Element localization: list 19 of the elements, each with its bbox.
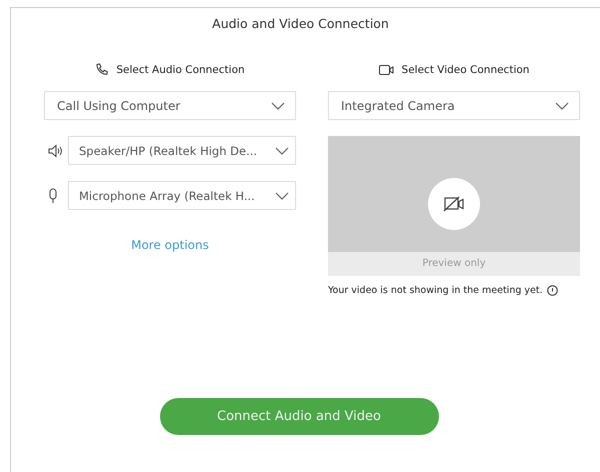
dropdown[interactable]: Integrated Camera [328, 91, 580, 120]
preview-label: Preview only [328, 252, 580, 276]
section-heading: Select Video Connection [402, 64, 530, 76]
info-icon[interactable] [546, 285, 558, 296]
microphone-icon [48, 188, 58, 204]
speaker-icon [48, 144, 64, 158]
section-heading: Select Audio Connection [116, 64, 245, 76]
window-title: Audio and Video Connection [211, 15, 390, 33]
dropdown[interactable]: Microphone Array (Realtek H... [68, 181, 296, 210]
dropdown[interactable]: Call Using Computer [44, 91, 296, 120]
phone-icon [95, 63, 110, 77]
chevron-icon [555, 102, 569, 110]
chevron-icon [275, 146, 289, 154]
notice-text: Your video is not showing in the meeting yet. [328, 285, 543, 296]
dropdown[interactable]: Speaker/HP (Realtek High De... [68, 136, 296, 165]
chevron-icon [271, 102, 285, 110]
camera-icon [378, 64, 395, 76]
chevron-icon [275, 192, 289, 200]
camera-off-icon[interactable] [428, 178, 480, 230]
